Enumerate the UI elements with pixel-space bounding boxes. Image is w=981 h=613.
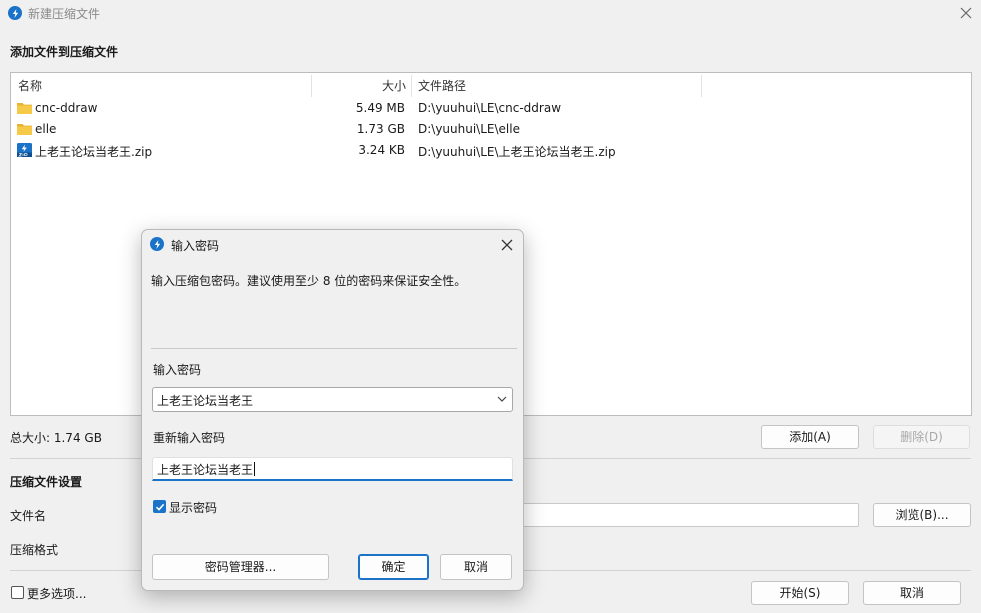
title-bar: 新建压缩文件 <box>0 0 981 26</box>
file-row[interactable]: elle 1.73 GB D:\yuuhui\LE\elle <box>11 119 971 140</box>
password-dialog: 输入密码 输入压缩包密码。建议使用至少 8 位的密码来保证安全性。 输入密码 上… <box>141 229 524 591</box>
password-value: 上老王论坛当老王 <box>157 394 254 408</box>
file-name: 上老王论坛当老王.zip <box>35 145 153 159</box>
password-manager-button[interactable]: 密码管理器... <box>152 554 329 580</box>
file-name: elle <box>35 122 57 136</box>
files-section-heading: 添加文件到压缩文件 <box>10 45 119 59</box>
file-path: D:\yuuhui\LE\cnc-ddraw <box>418 101 562 115</box>
column-divider[interactable] <box>311 75 312 97</box>
column-divider[interactable] <box>701 75 702 97</box>
more-options-checkbox[interactable] <box>11 586 24 599</box>
file-list-header: 名称 大小 文件路径 <box>11 73 971 99</box>
delete-button[interactable]: 删除(D) <box>873 425 970 449</box>
password-combobox[interactable]: 上老王论坛当老王 <box>152 387 513 412</box>
file-path: D:\yuuhui\LE\elle <box>418 122 520 136</box>
dialog-cancel-button[interactable]: 取消 <box>440 554 512 580</box>
show-password-label[interactable]: 显示密码 <box>169 499 217 516</box>
format-label: 压缩格式 <box>10 543 59 557</box>
file-size: 3.24 KB <box>358 143 405 157</box>
browse-button[interactable]: 浏览(B)... <box>873 503 971 527</box>
zip-file-icon <box>16 142 33 158</box>
app-logo-icon <box>150 237 164 251</box>
filename-input[interactable] <box>520 503 859 527</box>
dialog-title: 输入密码 <box>171 239 220 253</box>
folder-icon <box>16 121 33 137</box>
start-button[interactable]: 开始(S) <box>751 581 849 605</box>
show-password-checkbox[interactable] <box>153 500 166 513</box>
confirm-password-value: 上老王论坛当老王 <box>157 462 256 477</box>
filename-label: 文件名 <box>10 509 47 523</box>
cancel-button[interactable]: 取消 <box>863 581 961 605</box>
file-size: 1.73 GB <box>356 122 405 136</box>
window-title: 新建压缩文件 <box>28 7 101 21</box>
app-logo-icon <box>8 6 22 20</box>
window-close-icon[interactable] <box>957 4 975 22</box>
folder-icon <box>16 100 33 116</box>
file-size: 5.49 MB <box>355 101 405 115</box>
column-header-size[interactable]: 大小 <box>382 73 406 99</box>
file-row[interactable]: cnc-ddraw 5.49 MB D:\yuuhui\LE\cnc-ddraw <box>11 98 971 119</box>
chevron-down-icon[interactable] <box>496 393 508 405</box>
file-path: D:\yuuhui\LE\上老王论坛当老王.zip <box>418 145 616 159</box>
divider <box>151 348 517 349</box>
column-header-name[interactable]: 名称 <box>18 73 42 99</box>
confirm-password-input[interactable]: 上老王论坛当老王 <box>152 457 513 481</box>
column-divider[interactable] <box>411 75 412 97</box>
add-button[interactable]: 添加(A) <box>761 425 859 449</box>
password-label: 输入密码 <box>153 363 202 377</box>
settings-section-heading: 压缩文件设置 <box>10 475 83 489</box>
total-size: 总大小: 1.74 GB <box>10 431 102 445</box>
dialog-description: 输入压缩包密码。建议使用至少 8 位的密码来保证安全性。 <box>151 274 467 288</box>
column-header-path[interactable]: 文件路径 <box>418 73 466 99</box>
more-options-label[interactable]: 更多选项... <box>27 585 86 602</box>
file-row[interactable]: 上老王论坛当老王.zip 3.24 KB D:\yuuhui\LE\上老王论坛当… <box>11 140 971 161</box>
ok-button[interactable]: 确定 <box>358 554 429 580</box>
file-name: cnc-ddraw <box>35 101 98 115</box>
confirm-password-label: 重新输入密码 <box>153 431 226 445</box>
dialog-close-icon[interactable] <box>498 236 516 254</box>
